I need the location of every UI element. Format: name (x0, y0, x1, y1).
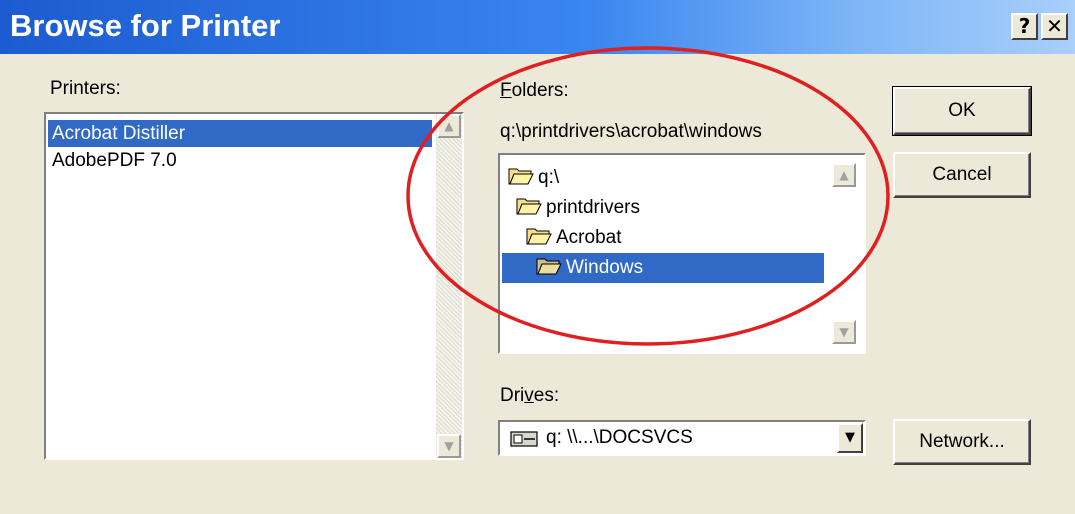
printers-scrollbar[interactable]: ▲ ▼ (436, 114, 462, 458)
folder-label: q:\ (538, 167, 560, 188)
scroll-up-icon[interactable]: ▲ (832, 163, 856, 187)
folder-item-windows[interactable]: Windows (502, 253, 824, 283)
drives-selected-value: q: \\...\DOCSVCS (546, 427, 693, 448)
printer-item-acrobat-distiller[interactable]: Acrobat Distiller (48, 120, 432, 147)
title-bar: Browse for Printer ? ✕ (0, 0, 1075, 54)
folder-item-printdrivers[interactable]: printdrivers (516, 193, 640, 223)
drives-dropdown[interactable]: q: \\...\DOCSVCS ▼ (498, 420, 866, 456)
network-drive-icon (510, 431, 538, 447)
folders-label: Folders: (500, 80, 569, 102)
scroll-down-icon[interactable]: ▼ (437, 434, 461, 458)
window-title: Browse for Printer (10, 8, 281, 43)
folder-item-acrobat[interactable]: Acrobat (526, 223, 621, 253)
drives-label: Drives: (500, 385, 559, 407)
help-button[interactable]: ? (1011, 13, 1038, 40)
folders-scrollbar[interactable]: ▲ ▼ (832, 163, 856, 344)
open-folder-icon (526, 228, 552, 245)
folder-label: Acrobat (556, 227, 622, 248)
folders-label-rest: olders: (511, 80, 569, 101)
folders-tree[interactable]: q:\ printdrivers Acrobat Windows ▲ ▼ (498, 153, 866, 354)
printers-list[interactable]: Acrobat Distiller AdobePDF 7.0 ▲ ▼ (44, 112, 464, 460)
folder-label: printdrivers (546, 197, 640, 218)
close-button[interactable]: ✕ (1041, 13, 1068, 40)
drives-label-accel: v (524, 385, 534, 406)
ok-button[interactable]: OK (892, 86, 1032, 136)
open-folder-icon (508, 168, 534, 185)
open-folder-icon (516, 198, 542, 215)
drives-label-post: es: (533, 385, 560, 406)
cancel-button[interactable]: Cancel (893, 152, 1031, 198)
current-folder-path: q:\printdrivers\acrobat\windows (500, 121, 762, 142)
scroll-down-icon[interactable]: ▼ (832, 320, 856, 344)
scroll-up-icon[interactable]: ▲ (437, 114, 461, 138)
open-folder-icon (536, 258, 562, 275)
folder-item-q-root[interactable]: q:\ (508, 163, 559, 193)
folders-label-accel: F (500, 80, 512, 101)
drives-label-pre: Dri (500, 385, 525, 406)
printer-item-adobepdf[interactable]: AdobePDF 7.0 (48, 147, 432, 174)
network-button[interactable]: Network... (893, 419, 1031, 465)
dropdown-arrow-icon[interactable]: ▼ (837, 423, 863, 453)
folder-label: Windows (566, 257, 644, 278)
printers-label: Printers: (50, 78, 121, 99)
